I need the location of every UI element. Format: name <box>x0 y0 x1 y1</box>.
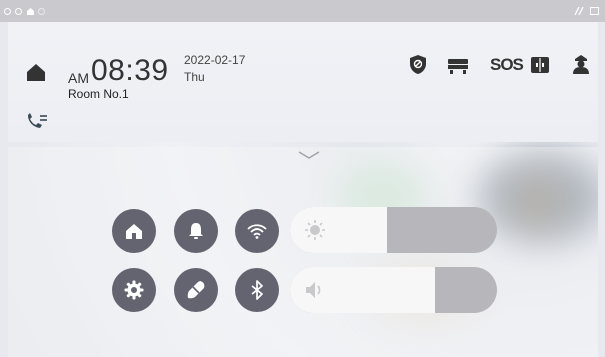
brightness-slider[interactable] <box>290 207 497 253</box>
brush-icon <box>187 281 205 299</box>
door-unlock-icon[interactable] <box>530 56 550 74</box>
status-screen-icon <box>590 7 599 15</box>
home-mode-button[interactable] <box>112 209 156 253</box>
gear-icon <box>124 280 144 300</box>
notification-button[interactable] <box>174 209 218 253</box>
wifi-icon <box>247 224 267 239</box>
volume-slider[interactable] <box>290 267 497 313</box>
speaker-icon <box>306 282 321 298</box>
call-log-icon[interactable] <box>26 112 48 130</box>
brightness-icon <box>305 220 325 240</box>
clock-time: 08:39 <box>91 54 169 87</box>
ampm-label: AM <box>68 70 89 86</box>
top-bar: AM 08:39 Room No.1 2022-02-17 Thu SOS <box>8 22 598 142</box>
status-circle-icon <box>15 8 22 15</box>
weekday-label: Thu <box>184 70 205 84</box>
main-screen: AM 08:39 Room No.1 2022-02-17 Thu SOS <box>8 22 598 357</box>
security-guard-icon[interactable] <box>572 54 590 75</box>
shield-icon[interactable] <box>409 54 427 75</box>
cleaning-mode-button[interactable] <box>174 268 218 312</box>
home-icon <box>126 223 142 239</box>
status-bar <box>0 0 605 22</box>
sos-button[interactable]: SOS <box>490 55 524 75</box>
bell-icon <box>189 223 203 239</box>
status-circle-icon <box>4 8 11 15</box>
bluetooth-button[interactable] <box>235 268 279 312</box>
status-settings-icon <box>38 8 45 15</box>
wifi-button[interactable] <box>235 209 279 253</box>
settings-button[interactable] <box>112 268 156 312</box>
home-icon[interactable] <box>26 63 46 82</box>
bluetooth-icon <box>251 280 263 300</box>
status-home-icon <box>27 8 34 15</box>
date-label: 2022-02-17 <box>184 53 246 67</box>
elevator-icon[interactable] <box>447 58 469 74</box>
status-network-icon <box>574 6 584 16</box>
room-label: Room No.1 <box>68 87 129 101</box>
